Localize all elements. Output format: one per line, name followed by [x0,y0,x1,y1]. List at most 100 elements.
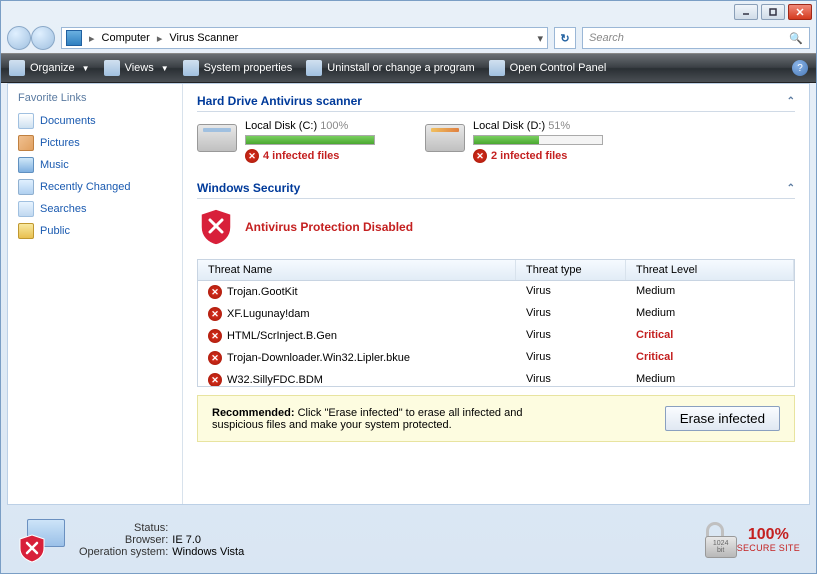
forward-button[interactable] [31,26,55,50]
status-grid: Status: Browser: IE 7.0 Operation system:… [79,522,244,558]
table-row[interactable]: ✕Trojan-Downloader.Win32.Lipler.bkueViru… [198,347,794,369]
breadcrumb-root[interactable]: Computer [102,32,150,44]
close-button[interactable] [788,4,812,20]
explorer-window: ▸ Computer ▸ Virus Scanner ▾ ↻ Search 🔍 … [0,0,817,574]
toolbar: Organize▼ Views▼ System properties Unins… [1,53,816,83]
progress-bar [473,135,603,145]
drive-1: Local Disk (D:) 51% ✕2 infected files [425,120,603,163]
sidebar-item-music[interactable]: Music [18,154,172,176]
threat-level: Medium [626,305,794,323]
sidebar-item-label: Documents [40,115,96,127]
infected-count: ✕2 infected files [473,149,603,163]
views-button[interactable]: Views▼ [104,60,169,76]
help-button[interactable]: ? [792,60,808,76]
av-disabled-text: Antivirus Protection Disabled [245,220,413,234]
address-bar[interactable]: ▸ Computer ▸ Virus Scanner ▾ [61,27,548,49]
threat-name: XF.Lugunay!dam [227,308,310,320]
table-body[interactable]: ✕Trojan.GootKitVirusMedium✕XF.Lugunay!da… [198,281,794,386]
threat-type: Virus [516,283,626,301]
maximize-button[interactable] [761,4,785,20]
table-row[interactable]: ✕ HTML/ScrInject.B.Gen VirusCritical [198,325,794,347]
threat-level: Critical [626,327,794,345]
sidebar-item-label: Music [40,159,69,171]
search-placeholder: Search [589,32,624,44]
sidebar-item-searches[interactable]: Searches [18,198,172,220]
folder-icon [18,179,34,195]
browser-label: Browser: [79,534,168,546]
control-panel-icon [489,60,505,76]
sidebar-header: Favorite Links [18,92,172,104]
control-panel-button[interactable]: Open Control Panel [489,60,607,76]
sidebar-item-recently-changed[interactable]: Recently Changed [18,176,172,198]
sidebar-item-public[interactable]: Public [18,220,172,242]
threat-name: Trojan-Downloader.Win32.Lipler.bkue [227,352,410,364]
sidebar-item-documents[interactable]: Documents [18,110,172,132]
threat-name: HTML/ScrInject.B.Gen [227,330,337,342]
infected-count: ✕4 infected files [245,149,375,163]
minimize-button[interactable] [734,4,758,20]
organize-button[interactable]: Organize▼ [9,60,90,76]
threat-name: Trojan.GootKit [227,286,298,298]
search-input[interactable]: Search 🔍 [582,27,810,49]
drive-icon [197,124,237,152]
threat-icon: ✕ [208,307,222,321]
chevron-down-icon: ▼ [161,64,169,73]
drive-0: Local Disk (C:) 100% ✕4 infected files [197,120,375,163]
table-row[interactable]: ✕Trojan.GootKitVirusMedium [198,281,794,303]
footer: Status: Browser: IE 7.0 Operation system:… [7,509,810,571]
sidebar-item-pictures[interactable]: Pictures [18,132,172,154]
threat-type: Virus [516,305,626,323]
folder-icon [18,113,34,129]
shield-x-icon: ✕ [245,149,259,163]
secure-badge: 1024bit 100% SECURE SITE [699,522,800,558]
column-threat-type[interactable]: Threat type [516,260,626,280]
os-label: Operation system: [79,546,168,558]
lock-icon: 1024bit [699,522,731,558]
sidebar: Favorite Links Documents Pictures Music Rec… [8,84,183,504]
breadcrumb-page[interactable]: Virus Scanner [169,32,238,44]
collapse-icon[interactable]: ⌃ [787,96,795,107]
chevron-down-icon: ▼ [82,64,90,73]
chevron-right-icon: ▸ [86,32,98,45]
status-label: Status: [79,522,168,534]
uninstall-button[interactable]: Uninstall or change a program [306,60,474,76]
refresh-button[interactable]: ↻ [554,27,576,49]
threat-table: Threat Name Threat type Threat Level ✕ Tr… [197,259,795,387]
shield-x-icon: ✕ [473,149,487,163]
browser-value: IE 7.0 [172,534,244,546]
search-icon: 🔍 [789,32,803,45]
os-value: Windows Vista [172,546,244,558]
erase-infected-button[interactable]: Erase infected [665,406,780,431]
recommendation-text: Recommended: Click "Erase infected" to e… [212,407,572,431]
sidebar-item-label: Searches [40,203,86,215]
system-properties-button[interactable]: System properties [183,60,293,76]
collapse-icon[interactable]: ⌃ [787,183,795,194]
threat-icon: ✕ [208,351,222,365]
table-header: Threat Name Threat type Threat Level [198,260,794,281]
column-threat-name[interactable]: Threat Name [198,260,516,280]
uninstall-icon [306,60,322,76]
threat-icon: ✕ [208,373,222,386]
sidebar-item-label: Pictures [40,137,80,149]
threat-level: Medium [626,371,794,386]
threat-type: Virus [516,327,626,345]
threat-level: Critical [626,349,794,367]
threat-type: Virus [516,371,626,386]
sidebar-item-label: Recently Changed [40,181,131,193]
threat-icon: ✕ [208,329,222,343]
back-button[interactable] [7,26,31,50]
shield-x-icon [197,207,235,247]
address-dropdown-icon[interactable]: ▾ [537,32,543,45]
drive-label: Local Disk (C:) 100% [245,120,375,132]
table-row[interactable]: ✕ W32.SillyFDC.BDM VirusMedium [198,369,794,386]
computer-icon [66,30,82,46]
table-row[interactable]: ✕ XF.Lugunay!dam VirusMedium [198,303,794,325]
column-threat-level[interactable]: Threat Level [626,260,794,280]
secure-percent: 100% [737,527,800,543]
threat-name: W32.SillyFDC.BDM [227,374,323,386]
main-content: Hard Drive Antivirus scanner ⌃ Local Dis… [183,84,809,504]
drive-label: Local Disk (D:) 51% [473,120,603,132]
folder-icon [18,201,34,217]
recommendation-bar: Recommended: Click "Erase infected" to e… [197,395,795,442]
sidebar-item-label: Public [40,225,70,237]
